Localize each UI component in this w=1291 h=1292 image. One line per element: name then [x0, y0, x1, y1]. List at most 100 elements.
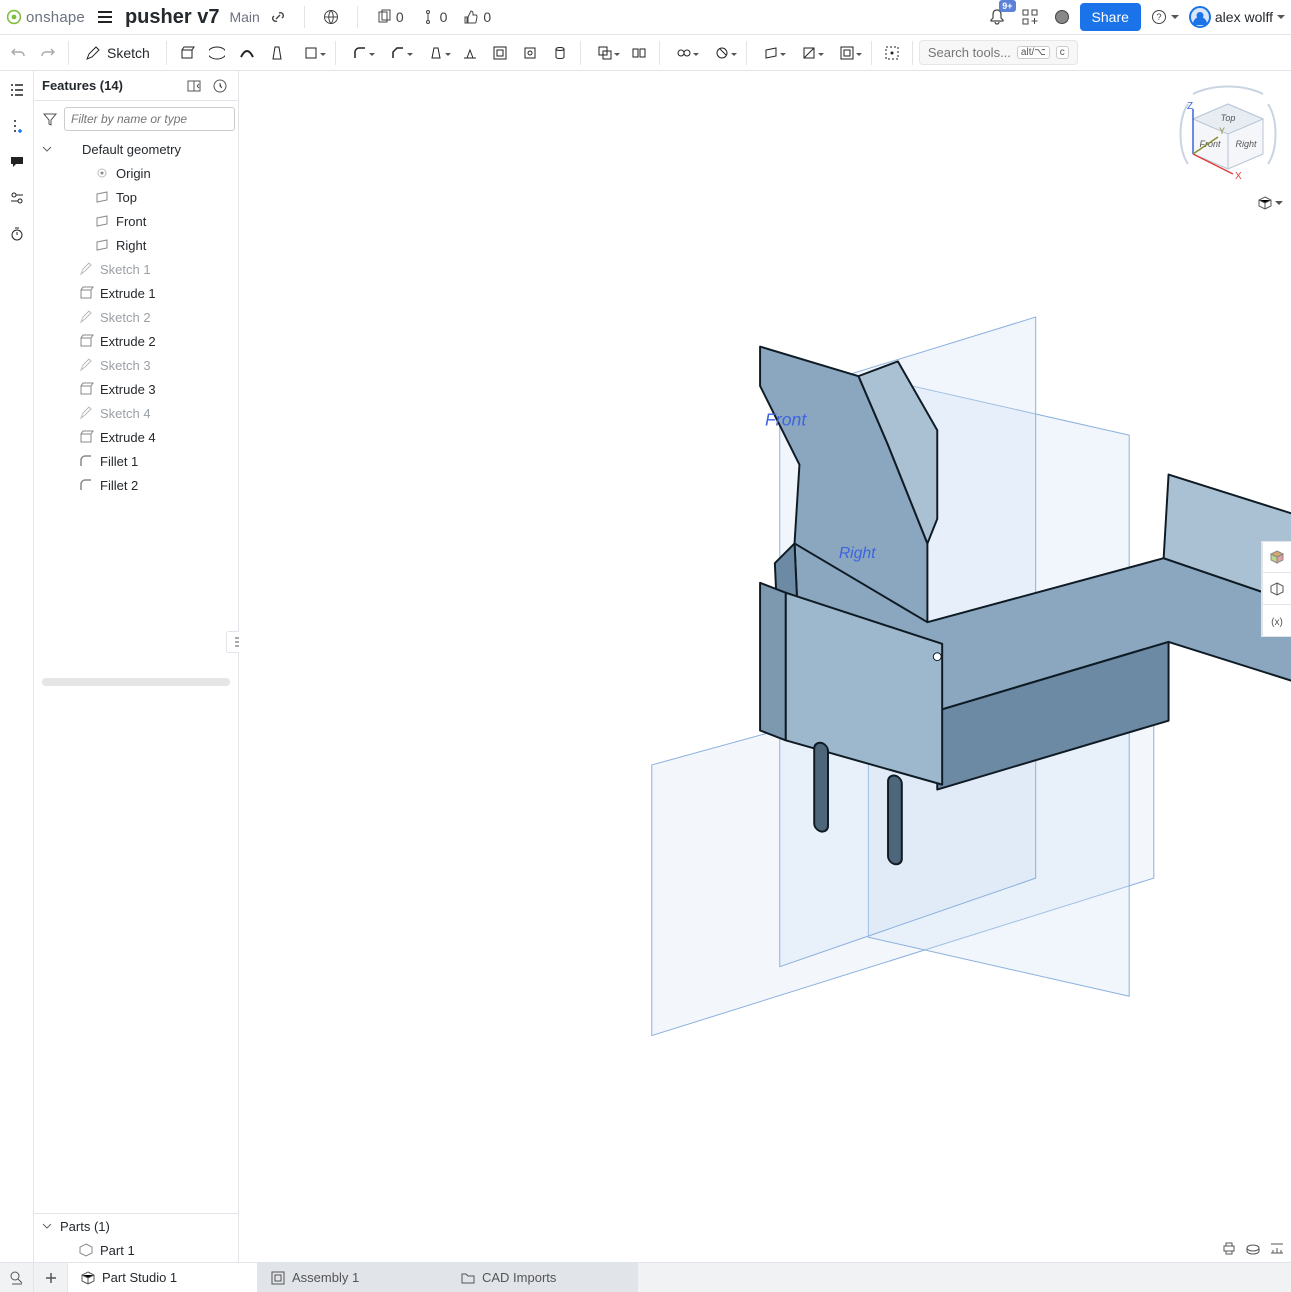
viewport[interactable]: Front Right Top Front Right Z — [239, 71, 1291, 1262]
surface-button[interactable] — [791, 39, 827, 67]
section-view-button[interactable] — [1262, 573, 1291, 605]
feature-panel-layout-button[interactable] — [184, 76, 204, 96]
search-tools-label: Search tools... — [928, 45, 1011, 60]
feature-label: Extrude 4 — [100, 430, 156, 445]
feature-item-fillet[interactable]: Fillet 2 — [34, 473, 238, 497]
fillet-icon — [78, 477, 94, 493]
public-globe-button[interactable] — [317, 5, 345, 29]
sweep-button[interactable] — [233, 39, 261, 67]
link-copy-button[interactable] — [264, 5, 292, 29]
feature-item-plane[interactable]: Front — [34, 209, 238, 233]
feature-item-extrude[interactable]: Extrude 4 — [34, 425, 238, 449]
feature-label: Sketch 3 — [100, 358, 151, 373]
extrude-button[interactable] — [173, 39, 201, 67]
curve-icon — [714, 45, 730, 61]
units-icon: (x) — [1269, 613, 1285, 629]
feature-item-origin[interactable]: Origin — [34, 161, 238, 185]
revolve-button[interactable] — [203, 39, 231, 67]
feature-item-extrude[interactable]: Extrude 1 — [34, 281, 238, 305]
rib-button[interactable] — [456, 39, 484, 67]
loft-button[interactable] — [263, 39, 291, 67]
insert-feature-button[interactable] — [4, 113, 30, 139]
help-button[interactable]: ? — [1145, 5, 1185, 29]
feature-item-fillet[interactable]: Fillet 1 — [34, 449, 238, 473]
comments-button[interactable] — [4, 149, 30, 175]
timer-button[interactable] — [4, 221, 30, 247]
thicken-button[interactable] — [293, 39, 329, 67]
svg-text:Y: Y — [1219, 126, 1225, 136]
feature-item-sketch[interactable]: Sketch 1 — [34, 257, 238, 281]
share-button[interactable]: Share — [1080, 3, 1141, 31]
transform-button[interactable] — [625, 39, 653, 67]
tab-search-button[interactable] — [0, 1263, 34, 1292]
fillet-icon — [352, 45, 368, 61]
curve-button[interactable] — [704, 39, 740, 67]
frame-button[interactable] — [878, 39, 906, 67]
chamfer-button[interactable] — [380, 39, 416, 67]
likes-stat[interactable]: 0 — [457, 5, 497, 29]
rollback-bar[interactable] — [42, 678, 230, 686]
app-logo[interactable]: onshape — [6, 9, 85, 26]
parts-header[interactable]: Parts (1) — [34, 1214, 238, 1238]
undo-button[interactable] — [4, 39, 32, 67]
svg-text:(x): (x) — [1271, 617, 1283, 628]
body: Features (14) Default geometryOriginTopF… — [0, 71, 1291, 1262]
filter-icon[interactable] — [42, 110, 58, 128]
part-icon — [78, 1242, 94, 1258]
config-button[interactable] — [4, 185, 30, 211]
user-menu[interactable]: alex wolff — [1189, 6, 1285, 28]
sheetmetal-button[interactable] — [829, 39, 865, 67]
menu-button[interactable] — [93, 5, 117, 29]
stopwatch-icon — [9, 226, 25, 242]
sheetmetal-icon — [839, 45, 855, 61]
sketch-button[interactable]: Sketch — [75, 41, 160, 65]
svg-text:Z: Z — [1187, 101, 1193, 112]
boolean-button[interactable] — [587, 39, 623, 67]
app-store-button[interactable] — [1016, 5, 1044, 29]
shell-icon — [492, 45, 508, 61]
feature-item-sketch[interactable]: Sketch 3 — [34, 353, 238, 377]
fillet-button[interactable] — [342, 39, 378, 67]
camera-button[interactable] — [1245, 1240, 1261, 1256]
mirror-button[interactable] — [666, 39, 702, 67]
feature-item-extrude[interactable]: Extrude 2 — [34, 329, 238, 353]
feature-item-extrude[interactable]: Extrude 3 — [34, 377, 238, 401]
notifications-button[interactable]: 9+ — [982, 4, 1012, 30]
feature-item-sketch[interactable]: Sketch 2 — [34, 305, 238, 329]
learn-button[interactable] — [1048, 5, 1076, 29]
part-item[interactable]: Part 1 — [34, 1238, 238, 1262]
document-title[interactable]: pusher v7 — [125, 6, 219, 29]
feature-item-plane[interactable]: Right — [34, 233, 238, 257]
config-icon — [9, 190, 25, 206]
forks-stat[interactable]: 0 — [414, 5, 454, 29]
document-branch[interactable]: Main — [229, 9, 259, 25]
feature-item-plane[interactable]: Top — [34, 185, 238, 209]
tab-folder[interactable]: CAD Imports — [448, 1263, 638, 1292]
tab-partstudio[interactable]: Part Studio 1 — [68, 1263, 258, 1292]
draft-button[interactable] — [418, 39, 454, 67]
feature-item-group[interactable]: Default geometry — [34, 137, 238, 161]
search-tools-button[interactable]: Search tools... alt/⌥ c — [919, 40, 1078, 65]
feature-toolbar: Sketch Search tools... alt/⌥ c — [0, 35, 1291, 71]
feature-item-sketch[interactable]: Sketch 4 — [34, 401, 238, 425]
shell-button[interactable] — [486, 39, 514, 67]
add-tab-button[interactable] — [34, 1263, 68, 1292]
appearance-button[interactable] — [1262, 541, 1291, 573]
plane-button[interactable] — [753, 39, 789, 67]
tab-assembly[interactable]: Assembly 1 — [258, 1263, 448, 1292]
app-brand-text: onshape — [26, 9, 85, 26]
rollback-button[interactable] — [210, 76, 230, 96]
redo-button[interactable] — [34, 39, 62, 67]
measure-button[interactable] — [1269, 1240, 1285, 1256]
hole-button[interactable] — [516, 39, 544, 67]
extrude-icon — [78, 429, 94, 445]
feature-list-toggle[interactable] — [4, 77, 30, 103]
copies-stat[interactable]: 0 — [370, 5, 410, 29]
print-button[interactable] — [1221, 1240, 1237, 1256]
projection-button[interactable] — [1257, 195, 1283, 211]
feature-label: Extrude 3 — [100, 382, 156, 397]
view-cube[interactable]: Top Front Right Z X Y — [1173, 79, 1283, 189]
feature-filter-input[interactable] — [64, 107, 235, 131]
units-button[interactable]: (x) — [1262, 605, 1291, 637]
pattern-button[interactable] — [546, 39, 574, 67]
